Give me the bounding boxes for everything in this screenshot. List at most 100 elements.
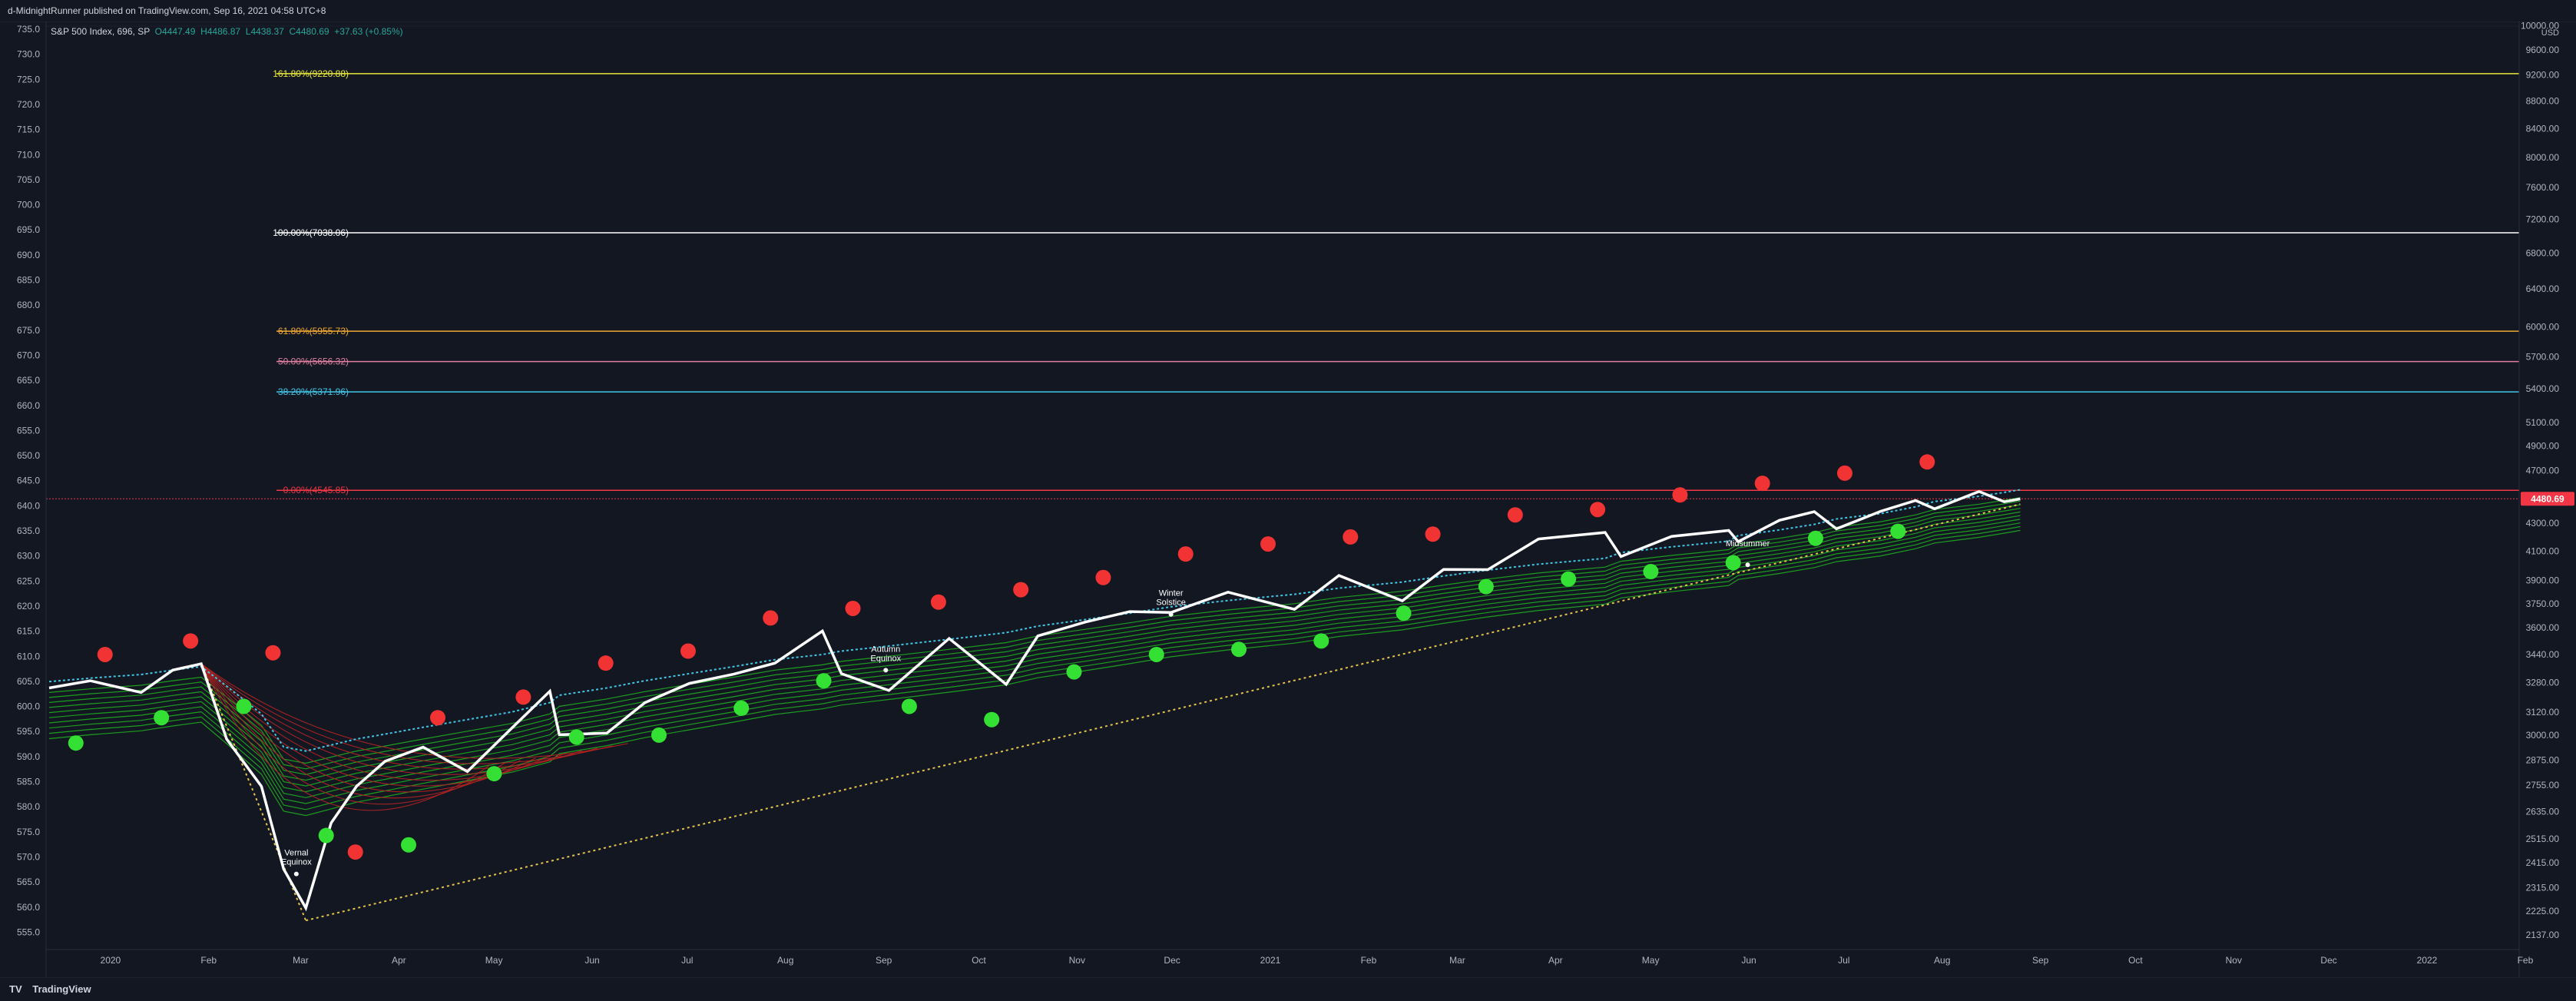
red-signal-dot — [1507, 507, 1523, 523]
time-axis-tick: Jul — [681, 955, 693, 966]
left-axis-tick: 700.0 — [17, 200, 40, 210]
green-signal-dot — [1643, 564, 1659, 580]
red-signal-dot — [1836, 465, 1853, 481]
left-axis-tick: 630.0 — [17, 551, 40, 562]
fib-label: 0.00%(4545.85) — [283, 485, 349, 496]
green-signal-dot — [1807, 530, 1823, 546]
annotation-label: Autumn — [871, 645, 900, 654]
red-signal-dot — [930, 594, 946, 610]
red-signal-dot — [265, 645, 281, 661]
time-axis-tick: Sep — [876, 955, 892, 966]
left-axis-tick: 655.0 — [17, 425, 40, 436]
red-signal-dot — [347, 844, 363, 860]
time-axis-tick: Apr — [1548, 955, 1563, 966]
right-axis-tick: 3440.00 — [2526, 649, 2560, 660]
green-signal-dot — [1396, 605, 1412, 621]
time-axis-tick: Feb — [200, 955, 217, 966]
green-signal-dot — [1890, 523, 1906, 539]
annotation-label: Equinox — [870, 654, 901, 663]
right-axis-tick: 2225.00 — [2526, 906, 2560, 916]
red-signal-dot — [1425, 526, 1441, 542]
time-axis-tick: 2021 — [1260, 955, 1281, 966]
red-signal-dot — [515, 689, 531, 705]
fib-label: 100.00%(7038.06) — [273, 227, 349, 238]
green-signal-dot — [984, 711, 1000, 728]
ribbon-line — [48, 515, 2021, 793]
time-axis-tick: Feb — [1361, 955, 1377, 966]
red-signal-dot — [1919, 454, 1935, 470]
left-axis-tick: 670.0 — [17, 350, 40, 360]
left-axis-tick: 645.0 — [17, 476, 40, 486]
red-signal-dot — [845, 600, 861, 616]
left-axis-tick: 605.0 — [17, 676, 40, 687]
left-axis-tick: 635.0 — [17, 525, 40, 536]
right-axis-tick: 8400.00 — [2526, 123, 2560, 134]
last-price-value: 4480.69 — [2531, 493, 2564, 504]
plot-border — [45, 25, 2520, 950]
right-axis-tick: 4100.00 — [2526, 545, 2560, 556]
annotation-marker — [1745, 562, 1750, 568]
ribbon-line — [48, 511, 2021, 787]
right-axis-tick: 5100.00 — [2526, 417, 2560, 428]
left-axis-tick: 690.0 — [17, 250, 40, 260]
left-axis-tick: 720.0 — [17, 99, 40, 110]
left-axis-tick: 660.0 — [17, 400, 40, 411]
time-axis-tick: Jun — [1741, 955, 1756, 966]
left-axis-tick: 695.0 — [17, 224, 40, 235]
annotation-label: Vernal — [284, 849, 308, 858]
tradingview-brand[interactable]: TradingView — [32, 978, 91, 1001]
left-axis-tick: 735.0 — [17, 24, 40, 35]
right-axis-tick: 4700.00 — [2526, 466, 2560, 476]
ribbon-line — [48, 525, 2021, 810]
fib-label: 50.00%(5656.32) — [278, 356, 349, 367]
left-axis-tick: 585.0 — [17, 777, 40, 787]
price-chart[interactable]: 161.80%(9220.88) 100.00%(7038.06) 61.80%(5… — [0, 22, 2576, 977]
time-axis-tick: Mar — [293, 955, 309, 966]
annotation-label: Midsummer — [1726, 539, 1770, 549]
right-axis-tick: 4300.00 — [2526, 518, 2560, 529]
red-signal-dot — [1095, 569, 1111, 585]
left-axis-tick: 675.0 — [17, 325, 40, 336]
green-signal-dot — [1725, 555, 1741, 571]
time-axis-tick: Jun — [584, 955, 599, 966]
trend-line-bottom — [305, 503, 2021, 922]
ribbon-line — [48, 519, 2021, 798]
right-axis-tick: 2635.00 — [2526, 806, 2560, 817]
red-signal-dot — [680, 643, 696, 659]
left-axis-tick: 555.0 — [17, 926, 40, 937]
time-axis[interactable]: 2020 Feb Mar Apr May Jun Jul Aug Sep Oct Nov Dec 202… — [46, 949, 2576, 966]
right-axis-unit: USD — [2541, 28, 2559, 38]
annotation-label: Equinox — [281, 858, 312, 867]
ribbon-line — [48, 508, 2021, 781]
left-axis-tick: 725.0 — [17, 74, 40, 85]
ma-ribbon — [48, 497, 2021, 817]
right-axis-tick: 7200.00 — [2526, 214, 2560, 225]
red-signal-dot — [97, 646, 113, 662]
time-axis-tick: May — [1642, 955, 1660, 966]
left-axis-tick: 575.0 — [17, 827, 40, 837]
time-axis-tick: Apr — [392, 955, 406, 966]
right-axis-tick: 6000.00 — [2526, 321, 2560, 332]
right-axis-tick: 2415.00 — [2526, 857, 2560, 868]
cyan-ma-line — [48, 489, 2021, 752]
left-price-axis[interactable]: 735.0 730.0 725.0 720.0 715.0 710.0 705.0 700.0… — [17, 22, 47, 977]
ribbon-line — [48, 522, 2021, 804]
right-axis-tick: 3600.00 — [2526, 622, 2560, 633]
green-signal-dot — [1066, 664, 1082, 680]
left-axis-tick: 615.0 — [17, 626, 40, 637]
left-axis-tick: 560.0 — [17, 902, 40, 913]
cyan-moving-average — [48, 489, 2021, 752]
fib-label: 38.20%(5371.96) — [278, 386, 349, 397]
annotation-label: Solstice — [1156, 598, 1186, 608]
left-axis-tick: 730.0 — [17, 49, 40, 60]
right-axis-tick: 2515.00 — [2526, 834, 2560, 844]
time-axis-tick: 2020 — [101, 955, 121, 966]
tradingview-logo-icon[interactable]: TV — [9, 978, 22, 1001]
fib-levels: 161.80%(9220.88) 100.00%(7038.06) 61.80%(5… — [46, 68, 2574, 506]
left-axis-tick: 565.0 — [17, 877, 40, 887]
green-signal-dot — [318, 827, 334, 844]
green-signal-dot — [901, 698, 917, 714]
left-axis-tick: 705.0 — [17, 174, 40, 185]
publisher-bar: d-MidnightRunner published on TradingVie… — [0, 0, 2576, 22]
ribbon-line — [48, 497, 2021, 764]
